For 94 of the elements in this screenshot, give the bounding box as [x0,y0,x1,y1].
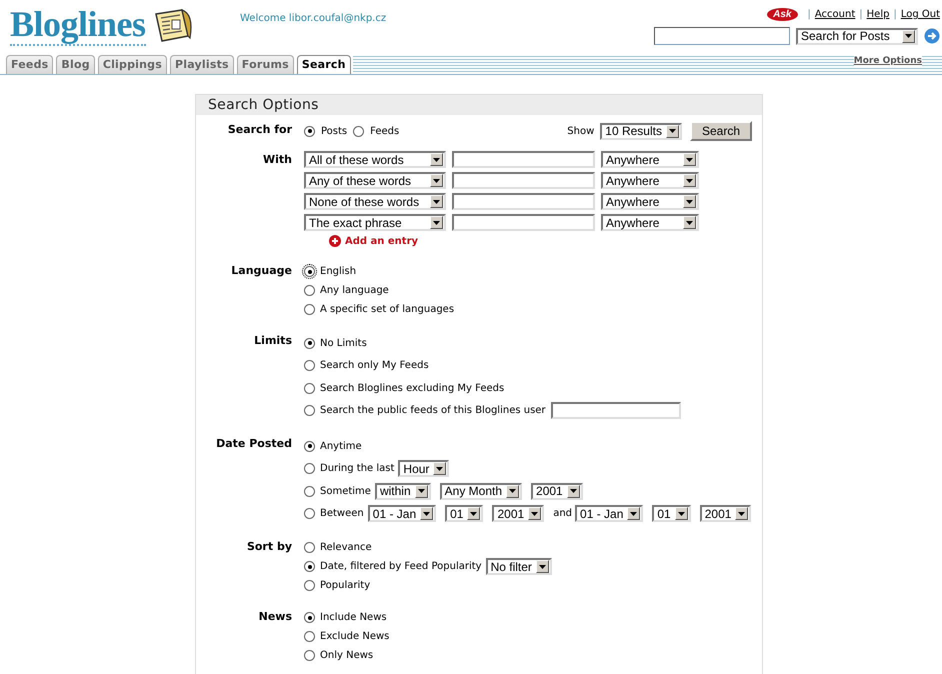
search-button[interactable]: Search [690,121,752,141]
panel-title: Search Options [196,95,762,115]
radio-button[interactable] [304,631,315,642]
option-label: Exclude News [320,631,390,642]
option-label: A specific set of languages [320,304,454,315]
search-field[interactable] [654,27,790,45]
radio-button[interactable] [304,463,315,474]
header-link[interactable]: Log Out [900,9,940,20]
radio-button[interactable] [304,486,315,497]
radio-button[interactable] [304,580,315,591]
plus-icon [329,235,341,247]
results-count-dropdown[interactable]: 10 Results [600,122,682,140]
search-term-field[interactable] [452,151,595,168]
option-label: Search the public feeds of this Bloglines user [320,405,546,416]
logo-text[interactable]: Bloglines [10,6,146,46]
field-label: Sort by [246,539,292,553]
radio-button[interactable] [304,126,315,136]
dropdown[interactable]: Hour [398,460,450,478]
ask-logo[interactable]: Ask [767,8,798,21]
field-label: Search for [228,122,292,136]
radio-button[interactable] [304,338,315,349]
field-label: With [263,152,292,166]
option-label: Any language [320,285,389,296]
dropdown[interactable]: 2001 [492,505,544,522]
separator-text: | [808,9,811,20]
radio-button[interactable] [304,650,315,661]
option-label: Only News [320,650,374,661]
search-term-field[interactable] [452,214,595,231]
header-link[interactable]: Account [814,9,856,20]
username-field[interactable] [550,402,681,420]
welcome-text: Welcome libor.coufal@nkp.cz [240,13,386,24]
nav-tab[interactable]: Search [296,55,351,74]
radio-button[interactable] [304,508,315,520]
dropdown[interactable]: 01 [445,505,484,522]
match-type-dropdown[interactable]: None of these words [304,193,446,210]
radio-button[interactable] [304,405,315,416]
option-label: Search only My Feeds [320,360,429,372]
search-term-field[interactable] [452,193,595,210]
separator-text: | [893,9,897,20]
radio-button[interactable] [304,561,315,572]
option-label: Anytime [320,440,362,452]
radio-button[interactable] [304,382,315,394]
separator-text: | [859,9,863,20]
radio-button[interactable] [304,440,315,452]
option-label: Between [320,508,364,520]
location-dropdown[interactable]: Anywhere [601,193,699,210]
dropdown[interactable]: 01 - Jan [575,505,644,522]
field-label: News [258,609,292,623]
option-label: Feeds [370,126,400,136]
nav-tab[interactable]: Playlists [170,55,234,74]
dropdown[interactable]: 2001 [700,505,752,522]
option-label: Relevance [320,542,372,553]
option-label: Sometime [320,486,371,497]
more-options-link[interactable]: More Options [854,56,922,66]
match-type-dropdown[interactable]: The exact phrase [304,214,446,231]
radio-button[interactable] [304,266,315,277]
radio-button[interactable] [304,612,315,623]
option-label: During the last [320,463,394,474]
location-dropdown[interactable]: Anywhere [601,151,699,168]
dropdown[interactable]: within [374,482,431,500]
field-label: Language [231,263,292,277]
nav-tab[interactable]: Feeds [6,55,54,74]
dropdown[interactable]: 01 [652,505,691,522]
dropdown[interactable]: Any Month [440,482,522,500]
dropdown[interactable]: 2001 [531,482,583,500]
option-label: Date, filtered by Feed Popularity [320,561,482,572]
option-label: English [320,266,356,277]
field-label: Limits [254,333,292,347]
field-label: Date Posted [216,436,292,450]
radio-button[interactable] [304,285,315,296]
radio-button[interactable] [304,360,315,372]
option-label: No Limits [320,338,367,349]
option-label: Search Bloglines excluding My Feeds [320,382,504,394]
header-link[interactable]: Help [866,9,890,20]
nav-tab[interactable]: Clippings [98,55,167,74]
nav-tab[interactable]: Forums [236,55,294,74]
location-dropdown[interactable]: Anywhere [601,214,699,231]
search-term-field[interactable] [452,172,595,189]
match-type-dropdown[interactable]: Any of these words [304,172,446,189]
location-dropdown[interactable]: Anywhere [601,172,699,189]
radio-button[interactable] [304,304,315,315]
option-label: Posts [321,126,348,136]
conjunction-text: and [553,508,572,520]
radio-button[interactable] [353,126,364,136]
show-label: Show [567,126,594,136]
match-type-dropdown[interactable]: All of these words [304,151,446,168]
dropdown[interactable]: No filter [486,558,552,575]
search-type-dropdown[interactable]: Search for Posts [796,28,918,44]
add-entry-link[interactable]: Add an entry [329,235,418,247]
dropdown[interactable]: 01 - Jan [368,505,436,522]
option-label: Include News [320,612,387,623]
option-label: Popularity [320,580,370,591]
radio-button[interactable] [304,542,315,553]
nav-tab[interactable]: Blog [56,55,95,74]
